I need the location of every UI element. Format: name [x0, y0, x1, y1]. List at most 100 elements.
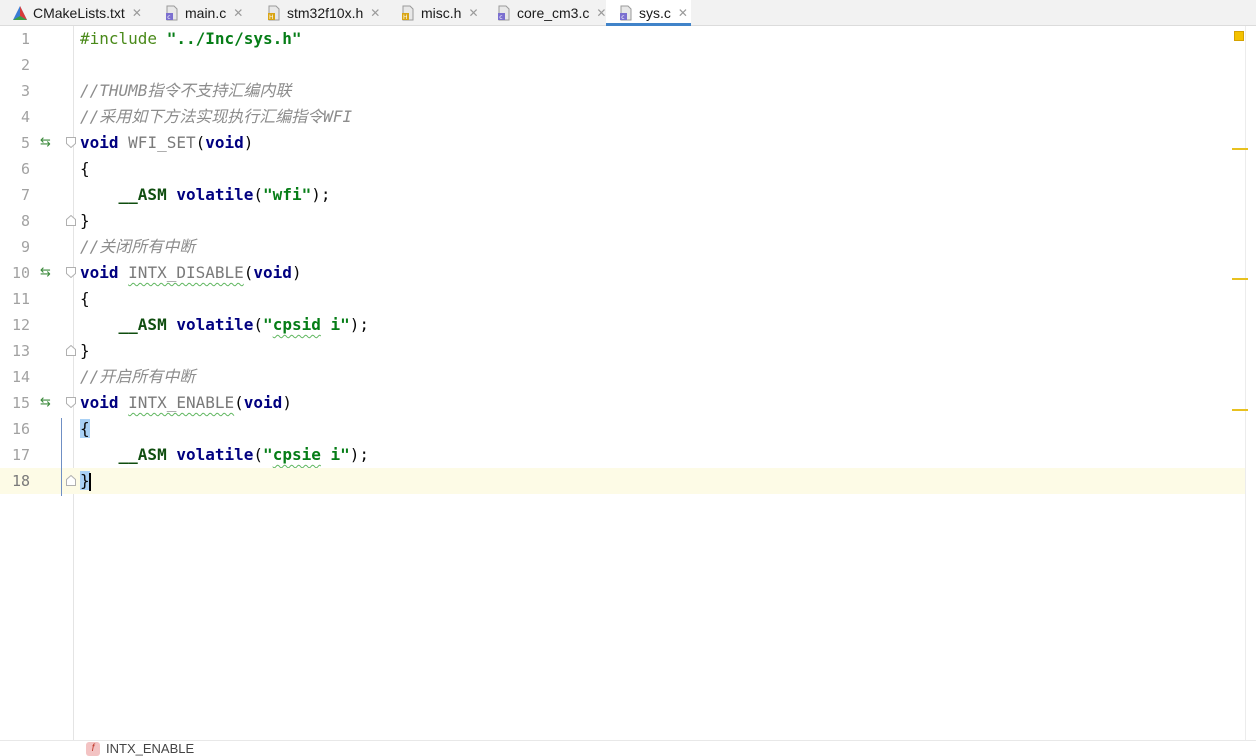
breadcrumb-label: INTX_ENABLE	[106, 741, 195, 756]
code-comment: //开启所有中断	[80, 367, 196, 386]
line-number: 18	[11, 472, 30, 490]
svg-text:H: H	[403, 14, 408, 21]
code-line[interactable]: 10 ⇆ void INTX_DISABLE(void)	[0, 260, 1245, 286]
fold-icon[interactable]	[66, 397, 76, 408]
tab-label: sys.c	[639, 5, 671, 21]
code-text: {	[80, 289, 90, 308]
line-number: 13	[11, 342, 30, 360]
fold-icon[interactable]	[66, 267, 76, 278]
code-line[interactable]: 9 //关闭所有中断	[0, 234, 1245, 260]
line-number: 11	[11, 290, 30, 308]
warning-status-icon[interactable]	[1234, 31, 1244, 41]
svg-text:c: c	[499, 14, 502, 21]
code-text: }	[80, 341, 90, 360]
tab-label: stm32f10x.h	[287, 4, 364, 21]
code-line-current[interactable]: 18 }	[0, 468, 1245, 494]
tab-core-cm3-c[interactable]: c core_cm3.c ✕	[484, 0, 606, 25]
code-line[interactable]: 7 __ASM volatile("wfi");	[0, 182, 1245, 208]
declaration-link-icon[interactable]: ⇆	[40, 260, 54, 286]
code-text: #include "../Inc/sys.h"	[80, 29, 302, 48]
fold-end-icon[interactable]	[66, 215, 76, 226]
breadcrumb[interactable]: f INTX_ENABLE	[86, 741, 194, 756]
editor-tab-bar: CMakeLists.txt ✕ c main.c ✕ H stm32f10x.…	[0, 0, 1256, 26]
code-line[interactable]: 17 __ASM volatile("cpsie i");	[0, 442, 1245, 468]
code-text: }	[80, 468, 91, 494]
line-number: 8	[20, 212, 30, 230]
code-line[interactable]: 1 #include "../Inc/sys.h"	[0, 26, 1245, 52]
code-text: }	[80, 211, 90, 230]
code-line[interactable]: 5 ⇆ void WFI_SET(void)	[0, 130, 1245, 156]
line-number: 16	[11, 420, 30, 438]
close-icon[interactable]: ✕	[678, 6, 688, 20]
code-line[interactable]: 11 {	[0, 286, 1245, 312]
matched-brace: {	[80, 419, 90, 438]
declaration-link-icon[interactable]: ⇆	[40, 130, 54, 156]
close-icon[interactable]: ✕	[370, 6, 380, 20]
code-text: __ASM volatile("cpsie i");	[118, 445, 370, 464]
code-line[interactable]: 16 {	[0, 416, 1245, 442]
code-comment: //采用如下方法实现执行汇编指令WFI	[80, 107, 353, 126]
svg-text:c: c	[167, 14, 170, 21]
code-line[interactable]: 4 //采用如下方法实现执行汇编指令WFI	[0, 104, 1245, 130]
warning-marker[interactable]	[1232, 409, 1248, 411]
tab-main-c[interactable]: c main.c ✕	[152, 0, 254, 25]
close-icon[interactable]: ✕	[596, 6, 606, 20]
code-line[interactable]: 13 }	[0, 338, 1245, 364]
close-icon[interactable]: ✕	[468, 6, 478, 20]
code-line[interactable]: 8 }	[0, 208, 1245, 234]
fold-end-icon[interactable]	[66, 345, 76, 356]
code-text: void INTX_ENABLE(void)	[80, 393, 292, 412]
code-line[interactable]: 12 __ASM volatile("cpsid i");	[0, 312, 1245, 338]
declaration-link-icon[interactable]: ⇆	[40, 390, 54, 416]
c-file-icon: c	[618, 5, 634, 21]
line-number: 4	[20, 108, 30, 126]
code-text: {	[80, 416, 90, 442]
code-text: {	[80, 159, 90, 178]
line-number: 9	[20, 238, 30, 256]
code-comment: //THUMB指令不支持汇编内联	[80, 81, 292, 100]
code-text: __ASM volatile("wfi");	[118, 185, 331, 204]
cmake-icon	[12, 5, 28, 21]
line-number: 7	[20, 186, 30, 204]
c-file-icon: c	[164, 5, 180, 21]
line-number: 10	[11, 264, 30, 282]
code-text: void WFI_SET(void)	[80, 133, 254, 152]
tab-label: main.c	[185, 4, 227, 21]
line-number: 5	[20, 134, 30, 152]
tab-sys-c[interactable]: c sys.c ✕	[606, 0, 691, 26]
code-line[interactable]: 15 ⇆ void INTX_ENABLE(void)	[0, 390, 1245, 416]
tab-cmakelists[interactable]: CMakeLists.txt ✕	[0, 0, 152, 25]
line-number: 3	[20, 82, 30, 100]
fold-end-icon[interactable]	[66, 475, 76, 486]
line-number: 12	[11, 316, 30, 334]
text-caret	[88, 472, 91, 491]
code-line[interactable]: 3 //THUMB指令不支持汇编内联	[0, 78, 1245, 104]
warning-marker[interactable]	[1232, 278, 1248, 280]
code-line[interactable]: 2	[0, 52, 1245, 78]
line-number: 6	[20, 160, 30, 178]
tab-label: CMakeLists.txt	[33, 4, 125, 21]
h-file-icon: H	[400, 5, 416, 21]
tab-label: misc.h	[421, 4, 462, 21]
svg-text:c: c	[621, 14, 624, 21]
line-number: 14	[11, 368, 30, 386]
c-file-icon: c	[496, 5, 512, 21]
fold-icon[interactable]	[66, 137, 76, 148]
error-stripe[interactable]	[1245, 26, 1256, 740]
scope-indicator	[61, 418, 62, 496]
tab-label: core_cm3.c	[517, 4, 590, 21]
breadcrumb-bar: f INTX_ENABLE	[0, 740, 1256, 756]
tab-stm32f10x-h[interactable]: H stm32f10x.h ✕	[254, 0, 388, 25]
tab-misc-h[interactable]: H misc.h ✕	[388, 0, 484, 25]
line-number: 17	[11, 446, 30, 464]
svg-text:H: H	[269, 14, 274, 21]
code-line[interactable]: 6 {	[0, 156, 1245, 182]
code-text: __ASM volatile("cpsid i");	[118, 315, 370, 334]
line-number: 1	[20, 30, 30, 48]
code-line[interactable]: 14 //开启所有中断	[0, 364, 1245, 390]
line-number: 15	[11, 394, 30, 412]
code-comment: //关闭所有中断	[80, 237, 196, 256]
close-icon[interactable]: ✕	[233, 6, 243, 20]
close-icon[interactable]: ✕	[132, 6, 142, 20]
warning-marker[interactable]	[1232, 148, 1248, 150]
